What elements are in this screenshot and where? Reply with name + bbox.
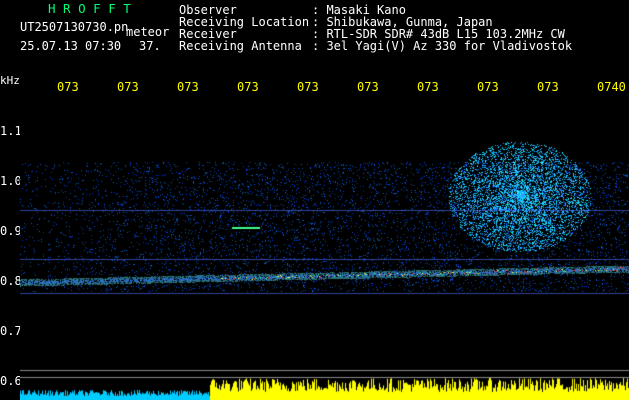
x-tick-label: 073 [477,80,499,94]
antenna-label: Receiving Antenna [179,39,302,53]
y-tick-label: 0.8 [0,274,22,288]
x-tick-label: 073 [537,80,559,94]
x-tick-label: 073 [357,80,379,94]
y-tick-label: 1.0 [0,174,22,188]
y-tick-label: 0.6 [0,374,22,388]
y-tick-label: 0.7 [0,324,22,338]
brand-title: H R O F F T [48,1,131,16]
antenna-value: : 3el Yagi(V) Az 330 for Vladivostok [312,39,573,53]
x-tick-label: 0740 [597,80,626,94]
filename-label: UT2507130730.pn [20,20,129,34]
x-tick-label: 073 [177,80,199,94]
timestamp-label: 25.07.13 07:30 [20,39,122,53]
y-tick-label: 1.1 [0,124,22,138]
x-tick-label: 073 [57,80,79,94]
hrofft-window: H R O F F T UT2507130730.pn meteor 25.07… [0,0,629,400]
x-tick-label: 073 [297,80,319,94]
y-tick-label: 0.9 [0,224,22,238]
x-tick-label: 073 [117,80,139,94]
x-tick-label: 073 [237,80,259,94]
y-axis-unit: kHz [0,74,20,87]
mode-label: meteor [126,25,170,39]
count-label: 37. [139,39,161,53]
x-tick-label: 073 [417,80,439,94]
spectrogram-display [20,97,629,400]
